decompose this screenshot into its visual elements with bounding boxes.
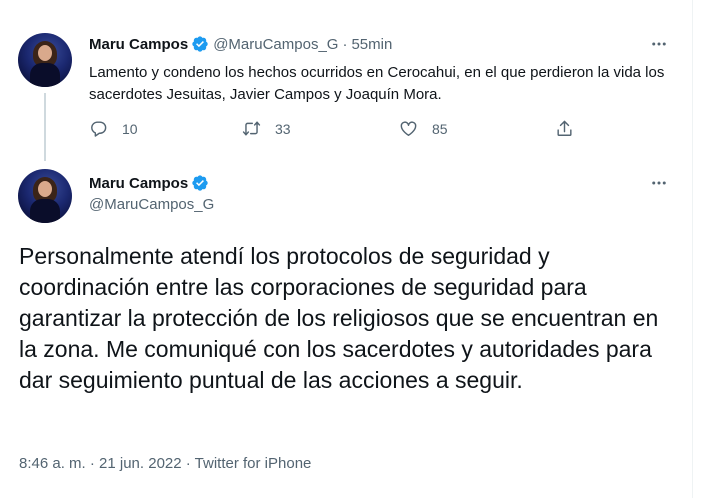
more-icon bbox=[652, 42, 666, 46]
like-button[interactable]: 85 bbox=[399, 119, 448, 138]
avatar[interactable] bbox=[18, 33, 72, 87]
more-options-button[interactable] bbox=[649, 34, 669, 54]
thread-connector-line bbox=[44, 93, 46, 161]
retweet-button[interactable]: 33 bbox=[242, 119, 291, 138]
share-icon bbox=[557, 120, 572, 136]
main-tweet-header: Maru Campos bbox=[89, 174, 209, 192]
main-tweet-text: Personalmente atendí los protocolos de s… bbox=[19, 243, 659, 393]
author-name[interactable]: Maru Campos bbox=[89, 36, 188, 53]
share-button[interactable] bbox=[555, 119, 574, 138]
tweet-timestamp[interactable]: 8:46 a. m. · 21 jun. 2022 · Twitter for … bbox=[19, 455, 311, 472]
like-icon bbox=[400, 121, 417, 136]
reply-icon bbox=[91, 121, 107, 137]
more-options-button[interactable] bbox=[649, 173, 669, 193]
reply-button[interactable]: 10 bbox=[89, 119, 138, 138]
more-icon bbox=[652, 181, 666, 185]
time-ago[interactable]: 55min bbox=[351, 36, 392, 53]
author-handle[interactable]: @MaruCampos_G bbox=[213, 36, 338, 53]
author-name[interactable]: Maru Campos bbox=[89, 175, 188, 192]
verified-badge-icon bbox=[192, 175, 208, 191]
reply-count: 10 bbox=[122, 120, 138, 137]
retweet-count: 33 bbox=[275, 120, 291, 137]
avatar[interactable] bbox=[18, 169, 72, 223]
retweet-icon bbox=[242, 121, 261, 136]
parent-tweet-actions: 10 33 85 bbox=[89, 119, 589, 141]
verified-badge-icon bbox=[192, 36, 208, 52]
author-handle[interactable]: @MaruCampos_G bbox=[89, 196, 214, 213]
like-count: 85 bbox=[432, 120, 448, 137]
parent-tweet-header: Maru Campos @MaruCampos_G · 55min bbox=[89, 35, 392, 53]
separator: · bbox=[342, 35, 348, 53]
parent-tweet-text: Lamento y condeno los hechos ocurridos e… bbox=[89, 64, 665, 103]
column-divider bbox=[692, 0, 693, 498]
